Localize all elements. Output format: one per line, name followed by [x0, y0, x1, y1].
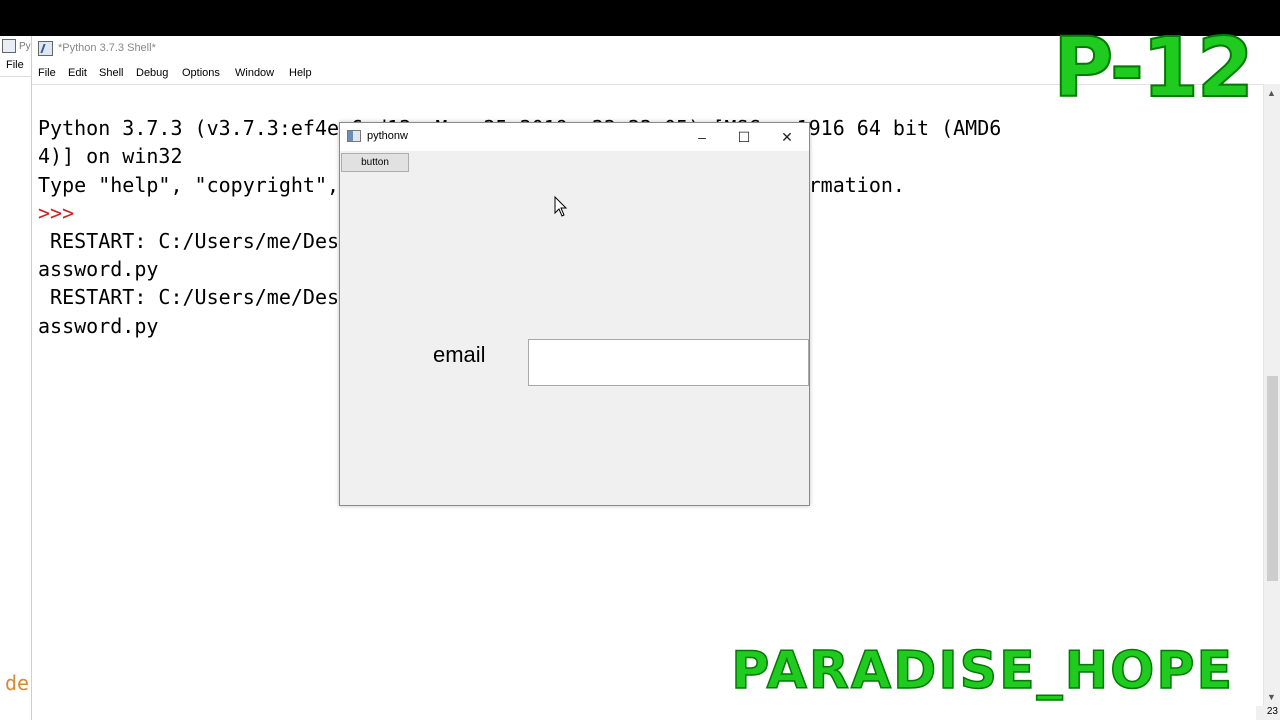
mouse-cursor-icon [554, 196, 568, 217]
email-field[interactable] [528, 339, 809, 386]
divider [0, 76, 31, 77]
background-text: de [5, 671, 30, 695]
maximize-button[interactable]: ☐ [729, 127, 759, 147]
status-line-col: 23 [1256, 706, 1280, 720]
window-icon [347, 130, 361, 142]
email-label: email [433, 342, 486, 367]
close-button[interactable]: ✕ [772, 127, 802, 147]
pythonw-title: pythonw [367, 130, 408, 142]
menu-window[interactable]: Window [235, 67, 274, 79]
menu-shell[interactable]: Shell [99, 67, 123, 79]
python-icon [2, 39, 16, 53]
background-window-title: Py [19, 41, 31, 52]
background-menu-file[interactable]: File [6, 59, 24, 71]
background-window[interactable]: Py File de [0, 36, 32, 720]
pythonw-window: pythonw – ☐ ✕ button email [339, 122, 810, 506]
episode-overlay: P-12 [1052, 21, 1255, 116]
button[interactable]: button [341, 153, 409, 172]
scroll-up-icon[interactable]: ▲ [1267, 88, 1276, 98]
vertical-scrollbar[interactable]: ▲ ▼ [1263, 84, 1280, 706]
menu-edit[interactable]: Edit [68, 67, 87, 79]
pythonw-titlebar[interactable]: pythonw – ☐ ✕ [340, 123, 809, 151]
brand-overlay: PARADISE_HOPE [731, 641, 1234, 701]
menu-file[interactable]: File [38, 67, 56, 79]
shell-title: *Python 3.7.3 Shell* [58, 42, 156, 54]
scroll-down-icon[interactable]: ▼ [1267, 692, 1276, 702]
menu-help[interactable]: Help [289, 67, 312, 79]
menu-options[interactable]: Options [182, 67, 220, 79]
scroll-thumb[interactable] [1267, 376, 1278, 581]
python-idle-icon [38, 41, 53, 56]
menu-debug[interactable]: Debug [136, 67, 168, 79]
minimize-button[interactable]: – [687, 127, 717, 147]
